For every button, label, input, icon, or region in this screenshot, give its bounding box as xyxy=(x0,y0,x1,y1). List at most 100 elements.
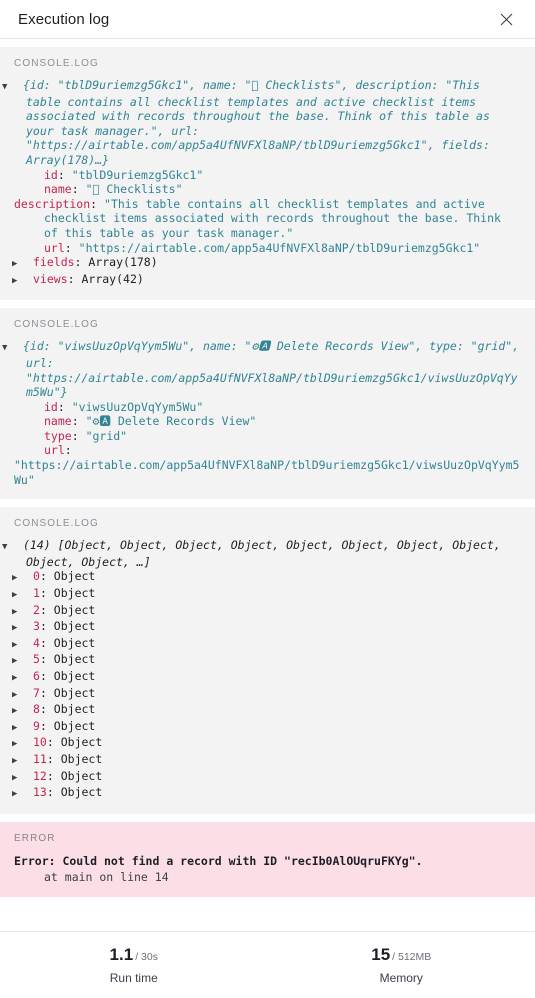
log-preview-text: {id: "viwsUuzOpVqYym5Wu", name: "⚙🅰 Dele… xyxy=(23,339,527,400)
disclosure-triangle-icon[interactable]: ▼ xyxy=(2,80,23,95)
log-entry-error: ERROR Error: Could not find a record wit… xyxy=(0,821,535,897)
array-item-row[interactable]: ▶ 11: Object xyxy=(12,751,521,769)
array-item-row[interactable]: ▶ 10: Object xyxy=(12,735,521,752)
disclosure-triangle-icon[interactable]: ▶ xyxy=(12,621,33,636)
log-property-row: id: "viwsUuzOpVqYym5Wu" xyxy=(44,399,204,414)
close-button[interactable] xyxy=(493,6,519,32)
log-property-row: description: "This table contains all ch… xyxy=(14,196,508,240)
log-property-row: name: "⚙🅰 Delete Records View" xyxy=(44,414,257,429)
disclosure-triangle-icon[interactable]: ▶ xyxy=(12,787,33,802)
log-property-row: id: "tblD9uriemzg5Gkc1" xyxy=(44,167,204,182)
disclosure-triangle-icon[interactable]: ▶ xyxy=(12,721,33,736)
disclosure-triangle-icon[interactable]: ▶ xyxy=(12,274,33,289)
log-entry-console-3[interactable]: CONSOLE.LOG ▼ (14) [Object, Object, Objec… xyxy=(0,507,535,814)
log-property-row-expandable[interactable]: ▶ fields: Array(178) xyxy=(12,255,521,272)
property-value: "https://airtable.com/app5a4UfNVFXl8aNP/… xyxy=(14,458,520,487)
log-property-row: url: "https://airtable.com/app5a4UfNVFXl… xyxy=(44,240,481,255)
array-item-value: Object xyxy=(53,685,96,700)
disclosure-triangle-icon[interactable]: ▼ xyxy=(2,540,23,555)
stat-value-row: 1.1/ 30s xyxy=(0,946,268,964)
property-value: "viwsUuzOpVqYym5Wu" xyxy=(71,399,204,414)
disclosure-triangle-icon[interactable]: ▶ xyxy=(12,654,33,669)
log-entry-label: CONSOLE.LOG xyxy=(14,518,99,530)
property-key: id xyxy=(44,399,58,414)
stat-label: Run time xyxy=(109,970,158,985)
property-value: "https://airtable.com/app5a4UfNVFXl8aNP/… xyxy=(78,240,481,255)
array-index: 10 xyxy=(33,735,47,750)
array-index: 8 xyxy=(33,702,40,717)
disclosure-triangle-icon[interactable]: ▶ xyxy=(12,688,33,703)
log-entry-console-1[interactable]: CONSOLE.LOG ▼ {id: "tblD9uriemzg5Gkc1", n… xyxy=(0,47,535,301)
disclosure-triangle-icon[interactable]: ▶ xyxy=(12,257,33,272)
dialog-header: Execution log xyxy=(0,0,535,38)
disclosure-triangle-icon[interactable]: ▶ xyxy=(12,588,33,603)
array-item-row[interactable]: ▶ 13: Object xyxy=(12,785,521,802)
stat-max: / 30s xyxy=(135,950,158,963)
log-entry-label: ERROR xyxy=(14,832,56,844)
array-item-row[interactable]: ▶ 12: Object xyxy=(12,768,521,786)
disclosure-triangle-icon[interactable]: ▶ xyxy=(12,571,33,586)
stat-run-time: 1.1/ 30s Run time xyxy=(0,946,268,985)
array-item-row[interactable]: ▶ 1: Object xyxy=(12,586,521,603)
array-item-value: Object xyxy=(53,718,96,733)
stat-value: 1.1 xyxy=(109,944,134,964)
array-item-value: Object xyxy=(60,735,103,750)
log-preview-line[interactable]: ▼ (14) [Object, Object, Object, Object, O… xyxy=(2,538,521,569)
stats-row: 1.1/ 30s Run time 15/ 512MB Memory xyxy=(0,932,535,998)
close-icon xyxy=(500,13,512,25)
disclosure-triangle-icon[interactable]: ▶ xyxy=(12,605,33,620)
log-entry-console-2[interactable]: CONSOLE.LOG ▼ {id: "viwsUuzOpVqYym5Wu", n… xyxy=(0,308,535,500)
log-property-value-wrapped: "https://airtable.com/app5a4UfNVFXl8aNP/… xyxy=(14,458,521,487)
array-index: 1 xyxy=(33,586,40,601)
property-key: fields xyxy=(33,255,75,270)
array-item-value: Object xyxy=(53,602,96,617)
disclosure-triangle-icon[interactable]: ▼ xyxy=(2,341,23,356)
property-key: views xyxy=(33,271,68,286)
property-value: Array(42) xyxy=(81,271,144,286)
array-index: 6 xyxy=(33,669,40,683)
array-item-value: Object xyxy=(53,586,96,601)
log-preview-line[interactable]: ▼{id: "tblD9uriemzg5Gkc1", name: " Chec… xyxy=(2,78,521,168)
disclosure-triangle-icon[interactable]: ▶ xyxy=(12,754,33,769)
array-item-row[interactable]: ▶ 9: Object xyxy=(12,718,521,736)
array-index: 0 xyxy=(33,569,40,584)
array-item-row[interactable]: ▶ 8: Object xyxy=(12,702,521,719)
log-entry-label: CONSOLE.LOG xyxy=(14,58,99,69)
log-preview-text: {id: "tblD9uriemzg5Gkc1", name: " Check… xyxy=(23,78,497,167)
array-item-value: Object xyxy=(53,702,96,717)
array-item-row[interactable]: ▶ 3: Object xyxy=(12,619,521,636)
property-key: description xyxy=(14,196,91,211)
array-index: 12 xyxy=(33,768,47,783)
log-preview-line[interactable]: ▼ {id: "viwsUuzOpVqYym5Wu", name: "⚙🅰 Del… xyxy=(2,339,521,399)
array-index: 7 xyxy=(33,685,40,700)
array-item-row[interactable]: ▶ 6: Object xyxy=(12,669,521,686)
stat-memory: 15/ 512MB Memory xyxy=(268,946,535,985)
array-item-row[interactable]: ▶ 5: Object xyxy=(12,652,521,669)
log-entry-label: CONSOLE.LOG xyxy=(14,319,99,331)
property-key: url xyxy=(44,443,65,458)
disclosure-triangle-icon[interactable]: ▶ xyxy=(12,737,33,752)
disclosure-triangle-icon[interactable]: ▶ xyxy=(12,671,33,686)
array-count: (14) xyxy=(23,538,51,553)
property-value: "This table contains all checklist templ… xyxy=(44,196,508,240)
log-property-row-expandable[interactable]: ▶ views: Array(42) xyxy=(12,271,521,289)
disclosure-triangle-icon[interactable]: ▶ xyxy=(12,704,33,719)
array-index: 3 xyxy=(33,619,40,634)
disclosure-triangle-icon[interactable]: ▶ xyxy=(12,771,33,786)
array-index: 13 xyxy=(33,785,47,800)
array-item-value: Object xyxy=(53,619,96,634)
stat-value-row: 15/ 512MB xyxy=(268,946,535,964)
array-index: 2 xyxy=(33,602,40,617)
stat-max: / 512MB xyxy=(392,950,432,963)
array-item-row[interactable]: ▶ 7: Object xyxy=(12,685,521,703)
error-stack-line: at main on line 14 xyxy=(44,869,169,884)
array-item-value: Object xyxy=(60,751,103,766)
array-item-row[interactable]: ▶ 4: Object xyxy=(12,636,521,653)
disclosure-triangle-icon[interactable]: ▶ xyxy=(12,638,33,653)
log-preview-text: [Object, Object, Object, Object, Object,… xyxy=(26,538,508,569)
array-item-value: Object xyxy=(53,652,96,667)
property-key: type xyxy=(44,428,72,443)
array-item-row[interactable]: ▶ 0: Object xyxy=(12,569,521,586)
array-index: 11 xyxy=(33,751,47,766)
array-item-row[interactable]: ▶ 2: Object xyxy=(12,602,521,620)
